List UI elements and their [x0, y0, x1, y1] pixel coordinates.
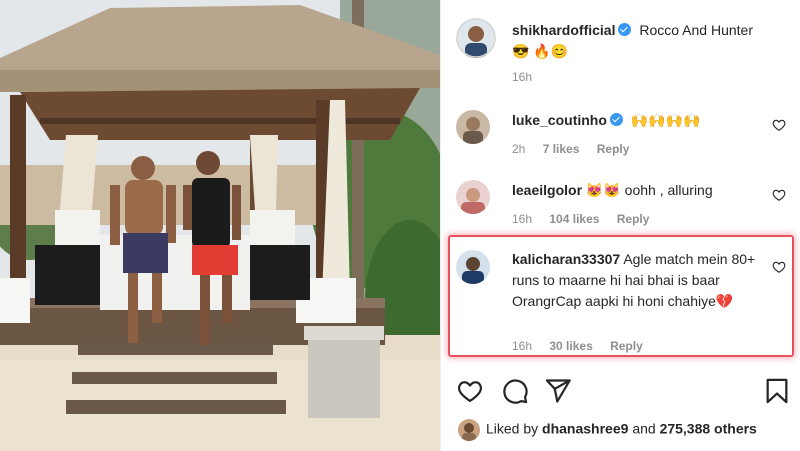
comment-item: luke_coutinho 🙌🙌🙌🙌 2h 7 likes Reply [456, 110, 786, 160]
comment-text: 🙌🙌🙌🙌 [630, 112, 701, 128]
liked-by-user[interactable]: dhanashree9 [542, 421, 628, 437]
comment-meta: 16h 30 likes Reply [512, 339, 657, 353]
comment-username[interactable]: kalicharan33307 [512, 251, 620, 267]
caption-time: 16h [512, 70, 533, 84]
liker-avatar[interactable] [458, 419, 480, 441]
heart-icon[interactable] [456, 377, 484, 405]
comment-heart-icon[interactable] [772, 260, 786, 274]
likes-summary: Liked by dhanashree9 and 275,388 others [458, 419, 757, 441]
comment-meta: 16h 104 likes Reply [512, 212, 663, 226]
post-caption: shikhardofficial Rocco And Hunter 😎 🔥😊 1… [456, 18, 786, 88]
comment-meta: 2h 7 likes Reply [512, 142, 643, 156]
caption-meta: 16h [512, 70, 546, 84]
reply-button[interactable]: Reply [597, 142, 630, 156]
comment-icon[interactable] [501, 377, 529, 405]
post-action-bar [456, 377, 792, 405]
reply-button[interactable]: Reply [617, 212, 650, 226]
comment-likes[interactable]: 104 likes [549, 212, 599, 226]
author-username[interactable]: shikhardofficial [512, 22, 615, 38]
comment-heart-icon[interactable] [772, 118, 786, 132]
reply-button[interactable]: Reply [610, 339, 643, 353]
liked-by-count[interactable]: 275,388 others [660, 421, 757, 437]
comment-likes[interactable]: 7 likes [543, 142, 580, 156]
comment-time: 16h [512, 339, 533, 353]
verified-badge-icon [609, 113, 623, 126]
comment-item: kalicharan33307 Agle match mein 80+ runs… [456, 250, 786, 354]
verified-badge-icon [618, 23, 632, 36]
commenter-avatar[interactable] [456, 180, 490, 214]
share-icon[interactable] [544, 377, 572, 405]
post-photo [0, 0, 440, 451]
comment-time: 2h [512, 142, 526, 156]
liked-by-prefix: Liked by [486, 420, 539, 437]
commenter-avatar[interactable] [456, 250, 490, 284]
comment-text: 😻😻 oohh , alluring [585, 182, 713, 198]
comment-time: 16h [512, 212, 533, 226]
comment-username[interactable]: luke_coutinho [512, 112, 607, 128]
commenter-avatar[interactable] [456, 110, 490, 144]
panel-divider [440, 0, 441, 451]
author-avatar[interactable] [456, 18, 496, 58]
comment-likes[interactable]: 30 likes [549, 339, 592, 353]
comment-username[interactable]: leaeilgolor [512, 182, 582, 198]
comment-item: leaeilgolor 😻😻 oohh , alluring 16h 104 l… [456, 180, 786, 230]
comment-heart-icon[interactable] [772, 188, 786, 202]
liked-by-and: and [632, 420, 656, 437]
bookmark-icon[interactable] [763, 377, 791, 405]
